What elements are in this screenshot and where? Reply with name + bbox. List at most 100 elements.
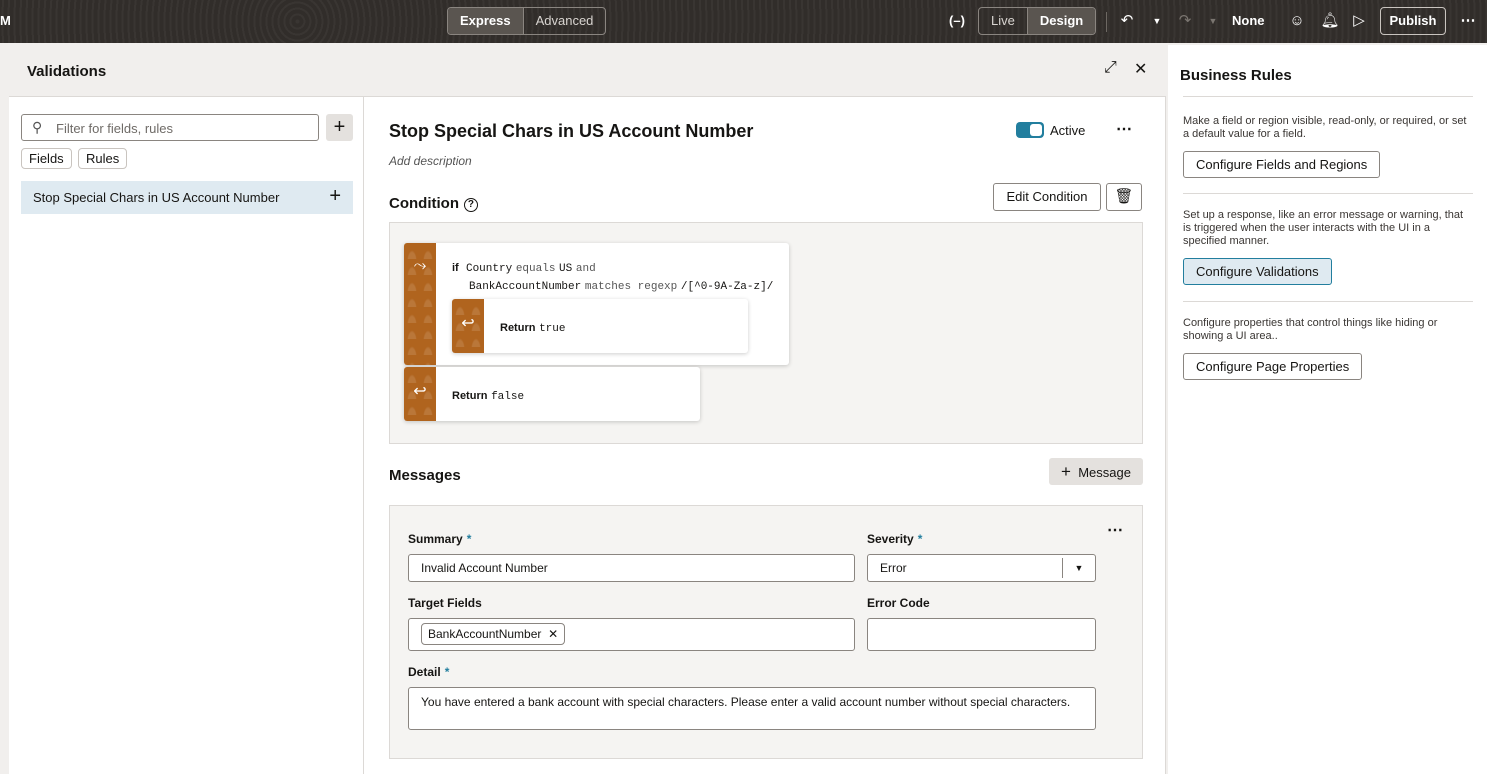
- tab-design[interactable]: Design: [1026, 8, 1096, 34]
- return-false-value: false: [491, 391, 525, 403]
- plus-icon: +: [1061, 462, 1071, 481]
- op-and: and: [575, 263, 596, 275]
- variables-icon[interactable]: (–): [946, 10, 968, 32]
- app-brand: M: [0, 13, 11, 28]
- configure-validations-button[interactable]: Configure Validations: [1183, 258, 1332, 285]
- play-icon[interactable]: ▷: [1348, 10, 1370, 32]
- summary-label-text: Summary: [408, 532, 463, 546]
- undo-dropdown-icon[interactable]: ▼: [1146, 10, 1168, 32]
- detail-label: Detail *: [408, 665, 449, 679]
- toolbar-divider: [1106, 12, 1107, 32]
- detail-label-text: Detail: [408, 665, 441, 679]
- plus-icon[interactable]: +: [329, 185, 341, 208]
- help-icon[interactable]: ?: [463, 198, 478, 212]
- top-toolbar: M Express Advanced (–) Live Design ↶ ▼ ↷…: [0, 0, 1487, 43]
- condition-label: Condition: [389, 195, 459, 212]
- chevron-down-icon[interactable]: ▼: [1062, 558, 1095, 578]
- message-card: ⋯ Summary * Invalid Account Number Severi…: [389, 505, 1143, 759]
- return-false-block[interactable]: ↩ Return false: [404, 367, 700, 421]
- filter-input[interactable]: [56, 118, 306, 138]
- required-mark: *: [466, 532, 472, 546]
- messages-heading: Messages: [389, 467, 461, 484]
- return-icon: ↩: [452, 299, 484, 353]
- configure-page-properties-button[interactable]: Configure Page Properties: [1183, 353, 1363, 380]
- business-rules-panel: Business Rules Make a field or region vi…: [1168, 45, 1487, 774]
- validations-desc: Set up a response, like an error message…: [1183, 209, 1464, 247]
- divider: [1183, 193, 1473, 194]
- required-mark: *: [917, 532, 923, 546]
- publish-button[interactable]: Publish: [1380, 7, 1446, 35]
- divider: [1183, 96, 1473, 97]
- page-properties-desc: Configure properties that control things…: [1183, 317, 1438, 342]
- target-fields-input[interactable]: BankAccountNumber ✕: [408, 618, 855, 651]
- active-label: Active: [1050, 123, 1086, 138]
- summary-field[interactable]: Invalid Account Number: [408, 554, 855, 582]
- undo-icon[interactable]: ↶: [1116, 10, 1138, 32]
- panel-title: Validations: [27, 63, 107, 80]
- add-rule-button[interactable]: +: [326, 114, 353, 141]
- if-keyword: if: [452, 262, 459, 274]
- value-us: US: [559, 263, 573, 275]
- tab-express[interactable]: Express: [448, 8, 523, 34]
- required-mark: *: [444, 665, 450, 679]
- edit-condition-button[interactable]: Edit Condition: [993, 183, 1101, 211]
- value-regexp: /[^0-9A-Za-z]/: [680, 281, 774, 293]
- close-icon[interactable]: ✕: [548, 627, 558, 641]
- op-equals: equals: [515, 263, 556, 275]
- view-switch: Live Design: [978, 7, 1097, 35]
- filter-chip-rules[interactable]: Rules: [78, 148, 128, 169]
- filter-box: ⚲: [21, 114, 319, 141]
- return-keyword: Return: [500, 322, 536, 334]
- return-icon: ↩: [404, 367, 436, 421]
- severity-select[interactable]: Error ▼: [867, 554, 1096, 582]
- trash-icon[interactable]: 🗑︎: [1106, 183, 1142, 211]
- target-fields-label: Target Fields: [408, 596, 482, 610]
- rules-list-pane: ⚲ + Fields Rules Stop Special Chars in U…: [9, 97, 364, 774]
- mode-switch: Express Advanced: [447, 7, 607, 35]
- smiley-icon[interactable]: ☺: [1286, 10, 1308, 32]
- search-icon: ⚲: [32, 119, 43, 135]
- detail-field[interactable]: You have entered a bank account with spe…: [408, 687, 1096, 730]
- severity-label: Severity *: [867, 532, 922, 546]
- tab-live[interactable]: Live: [979, 8, 1027, 34]
- error-code-label: Error Code: [867, 596, 930, 610]
- target-tag-label: BankAccountNumber: [428, 627, 542, 641]
- configure-fields-regions-button[interactable]: Configure Fields and Regions: [1183, 151, 1381, 178]
- expand-icon[interactable]: ⤢: [1104, 59, 1117, 77]
- condition-canvas: ⤳ if Country equals US and BankAccountNu…: [389, 222, 1143, 444]
- bell-icon[interactable]: 🔔︎: [1319, 10, 1341, 32]
- severity-value: Error: [880, 561, 907, 575]
- target-field-tag: BankAccountNumber ✕: [421, 623, 566, 645]
- field-bank-account: BankAccountNumber: [469, 281, 582, 293]
- field-country: Country: [465, 263, 513, 275]
- severity-label-text: Severity: [867, 532, 914, 546]
- return-true-block[interactable]: ↩ Return true: [452, 299, 748, 353]
- validations-panel: Validations ⤢ ✕ ⚲ + Fields Rules Stop Sp…: [9, 45, 1166, 774]
- divider: [1183, 301, 1473, 302]
- error-code-field[interactable]: [867, 618, 1096, 651]
- summary-label: Summary *: [408, 532, 471, 546]
- list-item[interactable]: Stop Special Chars in US Account Number …: [21, 181, 353, 214]
- add-description[interactable]: Add description: [389, 154, 472, 168]
- sandbox-none[interactable]: None: [1232, 13, 1265, 28]
- message-more-icon[interactable]: ⋯: [1107, 520, 1124, 540]
- rule-item-label: Stop Special Chars in US Account Number: [33, 190, 280, 205]
- filter-chip-fields[interactable]: Fields: [21, 148, 72, 169]
- rule-more-icon[interactable]: ⋯: [1116, 119, 1133, 139]
- branch-icon: ⤳: [404, 243, 436, 365]
- redo-dropdown-icon[interactable]: ▼: [1202, 10, 1224, 32]
- fields-regions-desc: Make a field or region visible, read-onl…: [1183, 115, 1467, 140]
- if-expression: if Country equals US and BankAccountNumb…: [452, 259, 773, 295]
- close-icon[interactable]: ✕: [1134, 59, 1147, 79]
- redo-icon[interactable]: ↷: [1174, 10, 1196, 32]
- return-false-expression: Return false: [452, 387, 524, 403]
- business-rules-title: Business Rules: [1180, 67, 1292, 84]
- return-keyword: Return: [452, 390, 488, 402]
- more-icon[interactable]: ⋯: [1457, 10, 1479, 32]
- active-toggle[interactable]: [1016, 122, 1044, 138]
- if-block[interactable]: ⤳ if Country equals US and BankAccountNu…: [404, 243, 789, 365]
- panel-header: Validations ⤢ ✕: [9, 45, 1166, 97]
- tab-advanced[interactable]: Advanced: [522, 8, 606, 34]
- op-matches: matches regexp: [584, 281, 678, 293]
- add-message-button[interactable]: + Message: [1049, 458, 1143, 485]
